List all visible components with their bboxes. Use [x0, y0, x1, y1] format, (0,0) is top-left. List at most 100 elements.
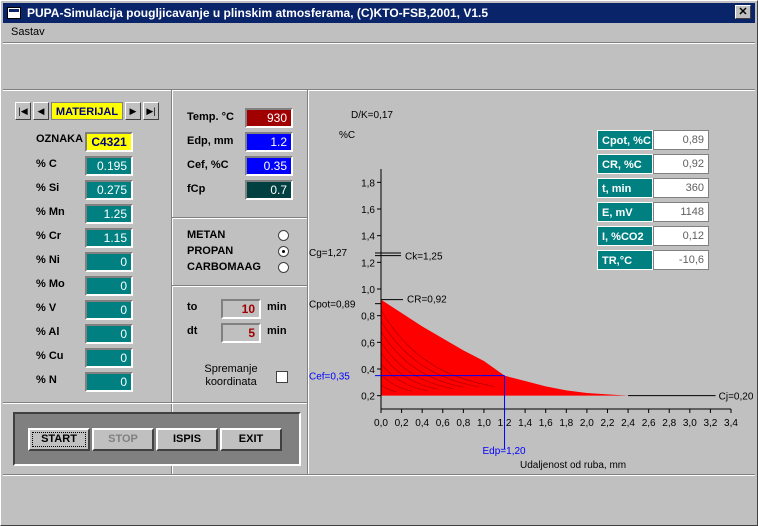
- gas-option-metan-label: METAN: [187, 229, 226, 241]
- y-tick-label: 0,8: [361, 312, 375, 323]
- y-tick-label: 0,2: [361, 392, 375, 403]
- cr-annotation: CR=0,92: [407, 295, 447, 306]
- temp-field[interactable]: 930: [245, 108, 293, 128]
- gas-option-metan-radio[interactable]: [278, 230, 289, 241]
- last-record-button[interactable]: ▶|: [143, 102, 159, 120]
- x-tick-label: 0,6: [436, 418, 450, 429]
- y-tick-label: 0,6: [361, 338, 375, 349]
- ispis-button[interactable]: ISPIS: [156, 428, 218, 451]
- x-tick-label: 2,4: [621, 418, 635, 429]
- x-axis-label: Udaljenost od ruba, mm: [520, 460, 626, 471]
- result-label: I, %CO2: [597, 226, 653, 246]
- x-tick-label: 2,6: [642, 418, 656, 429]
- result-row: t, min 360: [597, 178, 709, 198]
- y-tick-label: 1,2: [361, 258, 375, 269]
- element-field[interactable]: 0: [85, 276, 133, 296]
- material-label: MATERIJAL: [51, 102, 123, 120]
- element-field[interactable]: 1.25: [85, 204, 133, 224]
- element-field[interactable]: 0: [85, 372, 133, 392]
- element-label: % V: [36, 302, 57, 314]
- element-field[interactable]: 0: [85, 324, 133, 344]
- menu-item-sastav[interactable]: Sastav: [3, 26, 53, 38]
- gas-option-carbomaag-label: CARBOMAAG: [187, 261, 261, 273]
- title-bar: PUPA-Simulacija pougljicavanje u plinski…: [3, 3, 755, 23]
- y-tick-label: 0,4: [361, 365, 375, 376]
- x-tick-label: 1,4: [518, 418, 532, 429]
- profile-area: [381, 299, 649, 396]
- dt-label: dt: [187, 325, 198, 337]
- fcp-field[interactable]: 0.7: [245, 180, 293, 200]
- x-tick-label: 0,0: [374, 418, 388, 429]
- result-value: 1148: [653, 202, 709, 222]
- x-tick-label: 0,4: [415, 418, 429, 429]
- to-label: to: [187, 301, 198, 313]
- to-field[interactable]: 10: [221, 299, 261, 319]
- gas-option-propan-label: PROPAN: [187, 245, 234, 257]
- x-tick-label: 1,8: [559, 418, 573, 429]
- save-coordinates-checkbox[interactable]: [276, 371, 288, 383]
- menu-bar: Sastav: [3, 23, 755, 41]
- y-tick-label: 1,0: [361, 285, 375, 296]
- element-label: % Cr: [36, 230, 62, 242]
- cj-annotation: Cj=0,20: [719, 392, 754, 403]
- result-label: Cpot, %C: [597, 130, 653, 150]
- ck-annotation: Ck=1,25: [405, 252, 443, 263]
- app-icon: [7, 7, 21, 19]
- element-label: % Cu: [36, 350, 64, 362]
- element-field[interactable]: 0: [85, 348, 133, 368]
- result-label: TR,°C: [597, 250, 653, 270]
- dt-field[interactable]: 5: [221, 323, 261, 343]
- next-record-button[interactable]: ▶: [125, 102, 141, 120]
- button-panel-divider: [3, 402, 307, 404]
- cef-label: Cef, %C: [187, 159, 229, 171]
- first-record-button[interactable]: |◀: [15, 102, 31, 120]
- result-row: CR, %C 0,92: [597, 154, 709, 174]
- x-tick-label: 0,8: [456, 418, 470, 429]
- x-tick-label: 1,0: [477, 418, 491, 429]
- x-tick-label: 3,0: [683, 418, 697, 429]
- element-field[interactable]: 0: [85, 300, 133, 320]
- start-button[interactable]: START: [28, 428, 90, 451]
- to-unit: min: [267, 301, 287, 313]
- prev-record-button[interactable]: ◀: [33, 102, 49, 120]
- edp-field[interactable]: 1.2: [245, 132, 293, 152]
- mid-divider-2: [172, 285, 307, 287]
- result-label: CR, %C: [597, 154, 653, 174]
- element-field[interactable]: 1.15: [85, 228, 133, 248]
- menu-divider: [3, 42, 755, 44]
- result-value: -10,6: [653, 250, 709, 270]
- result-row: Cpot, %C 0,89: [597, 130, 709, 150]
- gas-option-carbomaag-radio[interactable]: [278, 262, 289, 273]
- status-divider: [3, 474, 755, 476]
- result-value: 0,89: [653, 130, 709, 150]
- y-tick-label: 1,8: [361, 178, 375, 189]
- element-label: % Al: [36, 326, 60, 338]
- element-label: % Mn: [36, 206, 65, 218]
- toolbar-divider: [3, 89, 755, 91]
- element-label: % Si: [36, 182, 60, 194]
- result-value: 360: [653, 178, 709, 198]
- result-label: E, mV: [597, 202, 653, 222]
- result-row: I, %CO2 0,12: [597, 226, 709, 246]
- edp-label: Edp, mm: [187, 135, 234, 147]
- x-tick-label: 0,2: [395, 418, 409, 429]
- element-label: % C: [36, 158, 57, 170]
- oznaka-label: OZNAKA: [36, 133, 84, 145]
- y-tick-label: 1,4: [361, 232, 375, 243]
- element-field[interactable]: 0.275: [85, 180, 133, 200]
- x-tick-label: 1,6: [539, 418, 553, 429]
- gas-option-propan-radio[interactable]: [278, 246, 289, 257]
- stop-button[interactable]: STOP: [92, 428, 154, 451]
- x-tick-label: 3,2: [703, 418, 717, 429]
- cef-annotation: Cef=0,35: [309, 372, 350, 383]
- element-label: % Ni: [36, 254, 60, 266]
- element-field[interactable]: 0.195: [85, 156, 133, 176]
- element-field[interactable]: 0: [85, 252, 133, 272]
- cef-field[interactable]: 0.35: [245, 156, 293, 176]
- exit-button[interactable]: EXIT: [220, 428, 282, 451]
- result-label: t, min: [597, 178, 653, 198]
- oznaka-field[interactable]: C4321: [85, 132, 133, 152]
- cpot-annotation: Cpot=0,89: [309, 300, 356, 311]
- close-button[interactable]: ✕: [735, 5, 751, 19]
- app-window: PUPA-Simulacija pougljicavanje u plinski…: [0, 0, 758, 526]
